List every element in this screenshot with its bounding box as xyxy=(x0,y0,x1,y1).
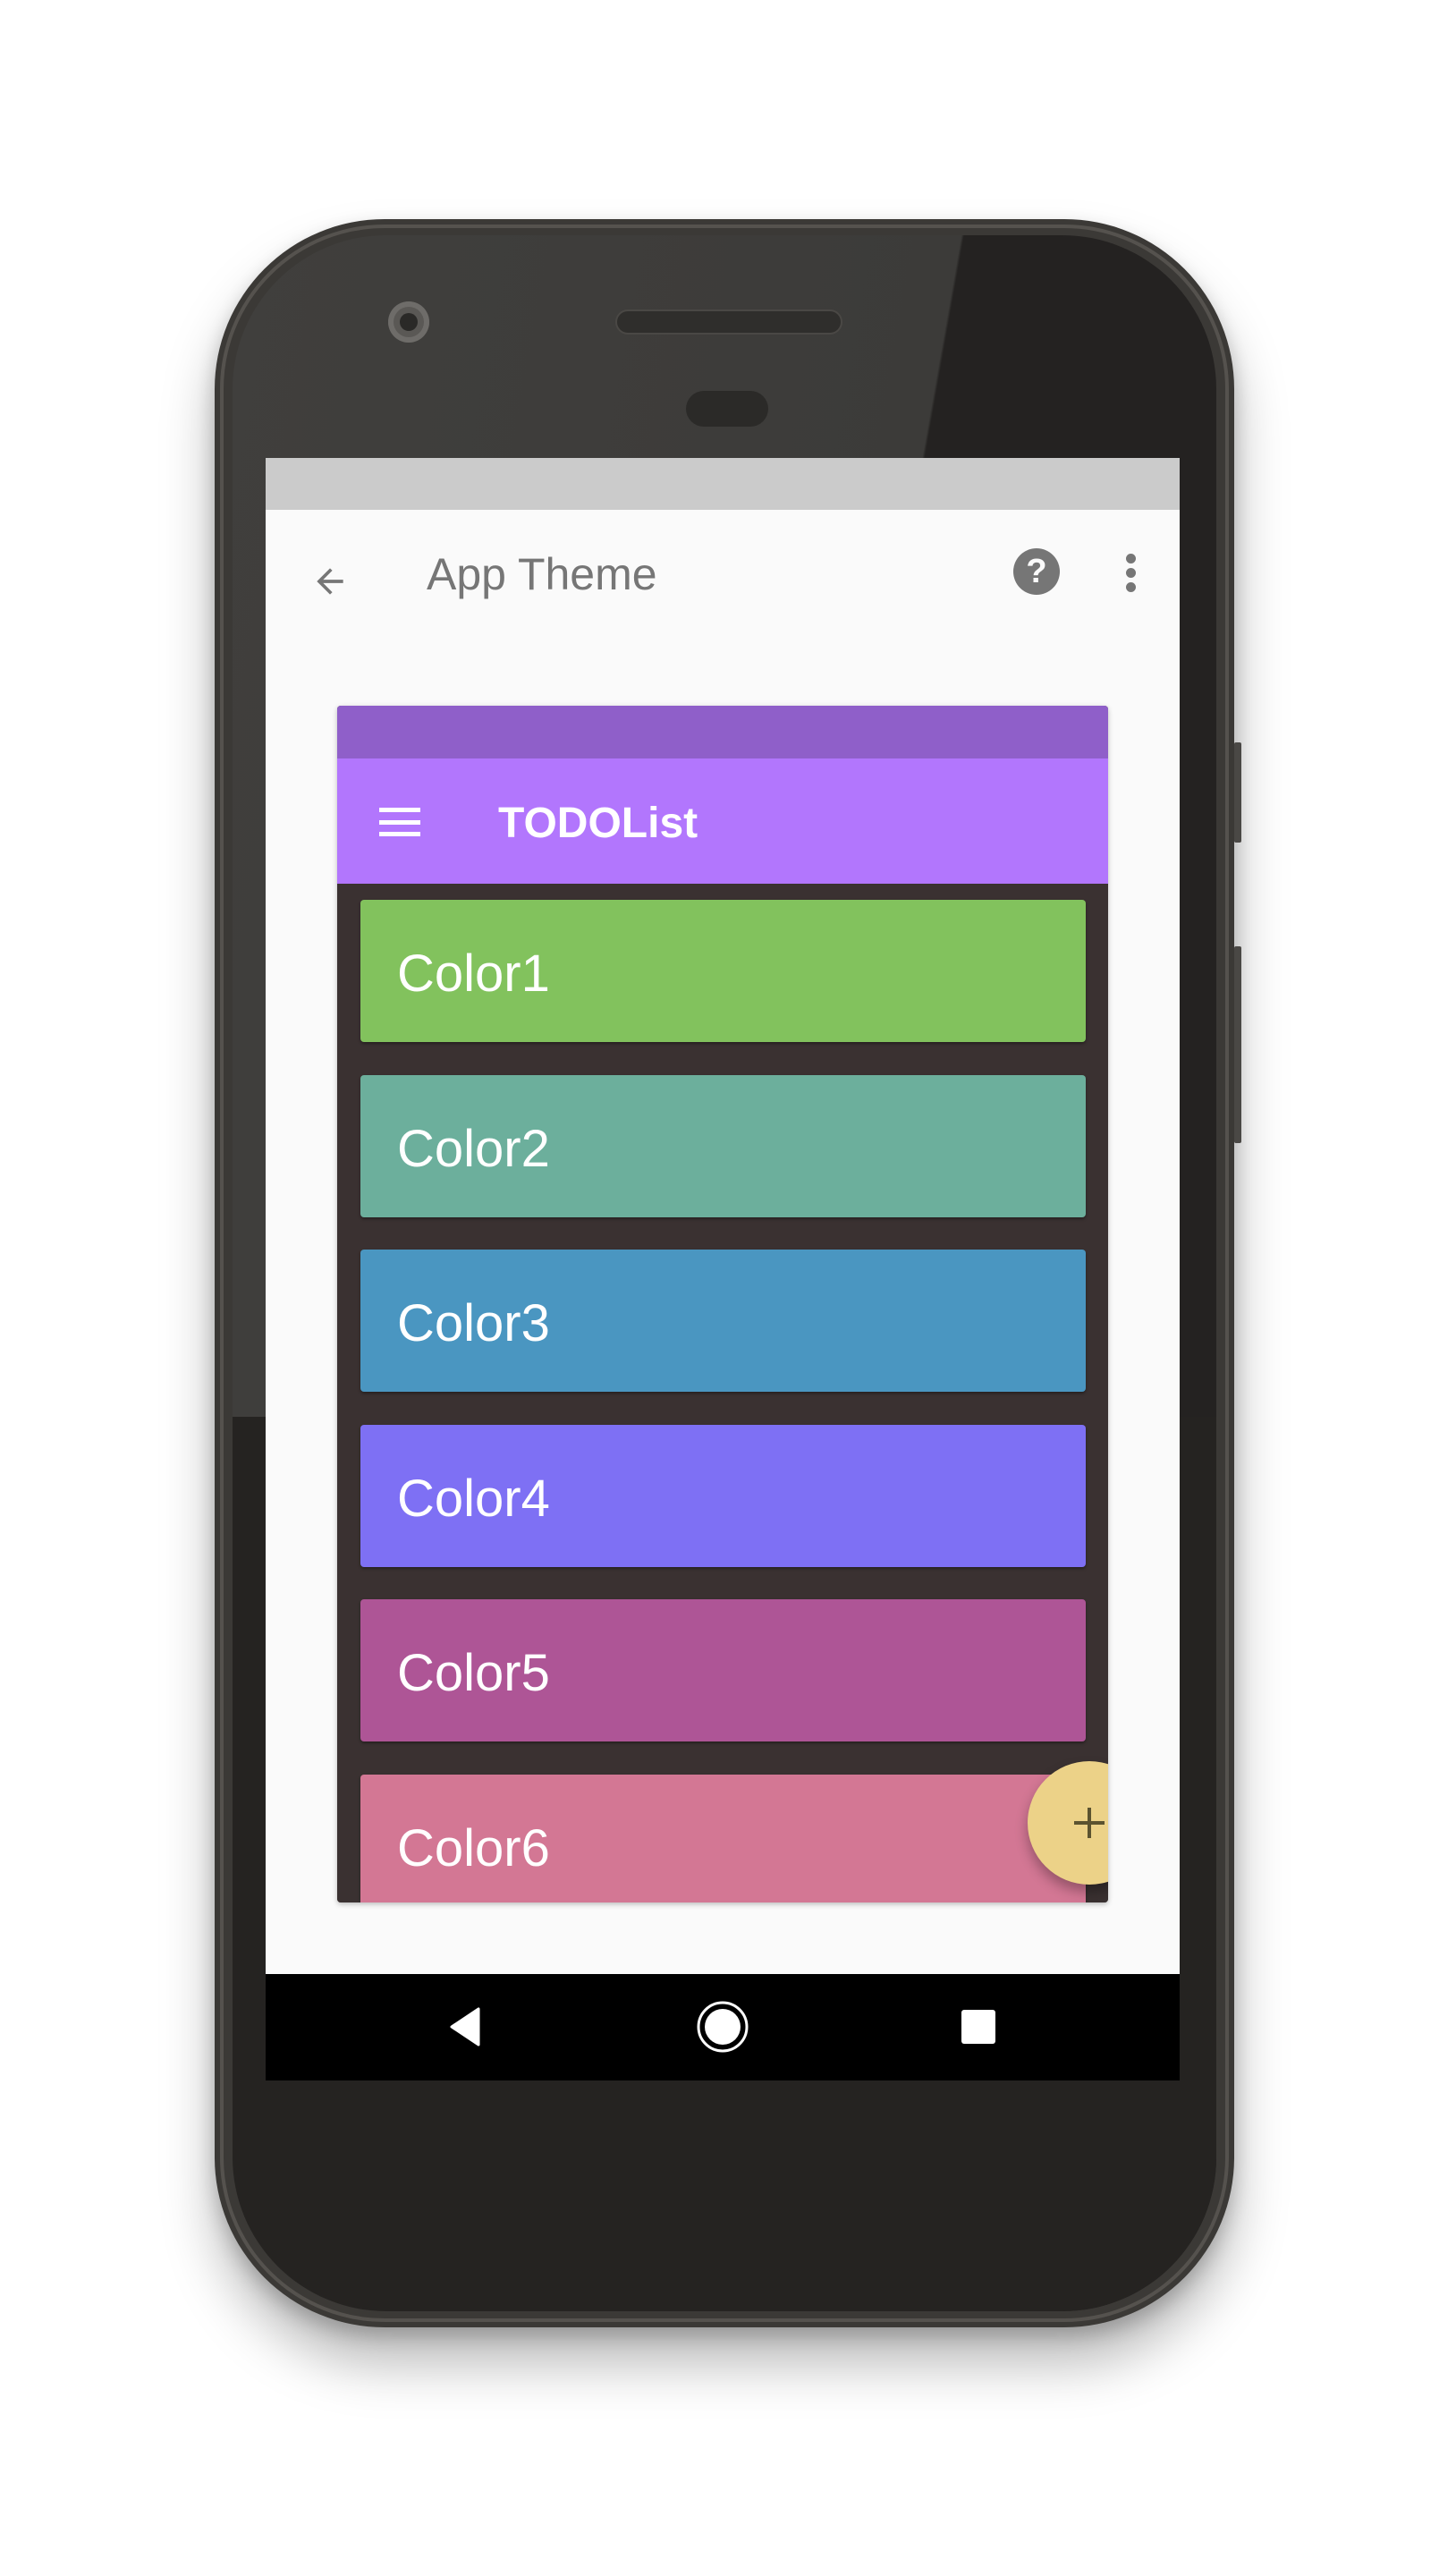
nav-home-button[interactable] xyxy=(695,1999,750,2055)
volume-button[interactable] xyxy=(1234,946,1241,1143)
preview-toolbar: TODOList xyxy=(337,758,1108,884)
navigation-bar xyxy=(266,1974,1180,2080)
preview-status-bar xyxy=(337,706,1108,758)
list-item[interactable]: Color5 xyxy=(360,1599,1086,1742)
more-options-button[interactable] xyxy=(1110,546,1151,599)
preview-app-title: TODOList xyxy=(498,800,698,847)
list-item-label: Color4 xyxy=(397,1469,550,1528)
preview-list: Color1 Color2 Color3 Color4 Color5 Color… xyxy=(337,884,1108,1902)
add-icon xyxy=(1074,1808,1105,1838)
nav-recents-button[interactable] xyxy=(956,2004,1001,2049)
nav-back-button[interactable] xyxy=(444,2004,489,2049)
front-camera xyxy=(388,301,429,343)
list-item[interactable]: Color3 xyxy=(360,1250,1086,1393)
page-title: App Theme xyxy=(427,549,657,599)
nav-home-icon xyxy=(697,2001,749,2053)
list-item[interactable]: Color4 xyxy=(360,1424,1086,1567)
earpiece-speaker xyxy=(615,309,842,335)
proximity-sensor xyxy=(686,391,768,427)
list-item[interactable]: Color2 xyxy=(360,1074,1086,1217)
arrow-back-icon xyxy=(317,568,343,595)
nav-back-icon xyxy=(450,2007,480,2046)
list-item-label: Color6 xyxy=(397,1819,550,1877)
help-circle-icon: ? xyxy=(1026,552,1047,590)
help-button[interactable]: ? xyxy=(1013,548,1060,595)
list-item-label: Color1 xyxy=(397,945,550,1003)
list-item[interactable]: Color6 xyxy=(360,1775,1086,1902)
status-bar xyxy=(266,458,1180,510)
power-button[interactable] xyxy=(1234,742,1241,843)
list-item-label: Color2 xyxy=(397,1119,550,1178)
menu-icon[interactable] xyxy=(379,808,420,836)
back-button[interactable] xyxy=(301,553,359,610)
theme-preview-card: TODOList Color1 Color2 Color3 Color4 Col… xyxy=(337,706,1108,1902)
more-vert-icon xyxy=(1125,553,1136,564)
list-item-label: Color3 xyxy=(397,1294,550,1353)
nav-recents-icon xyxy=(961,2010,995,2044)
list-item[interactable]: Color1 xyxy=(360,900,1086,1042)
screen: App Theme ? TODOList Color1 Color2 Color… xyxy=(266,458,1180,2080)
app-bar: App Theme ? xyxy=(266,510,1180,635)
list-item-label: Color5 xyxy=(397,1644,550,1703)
